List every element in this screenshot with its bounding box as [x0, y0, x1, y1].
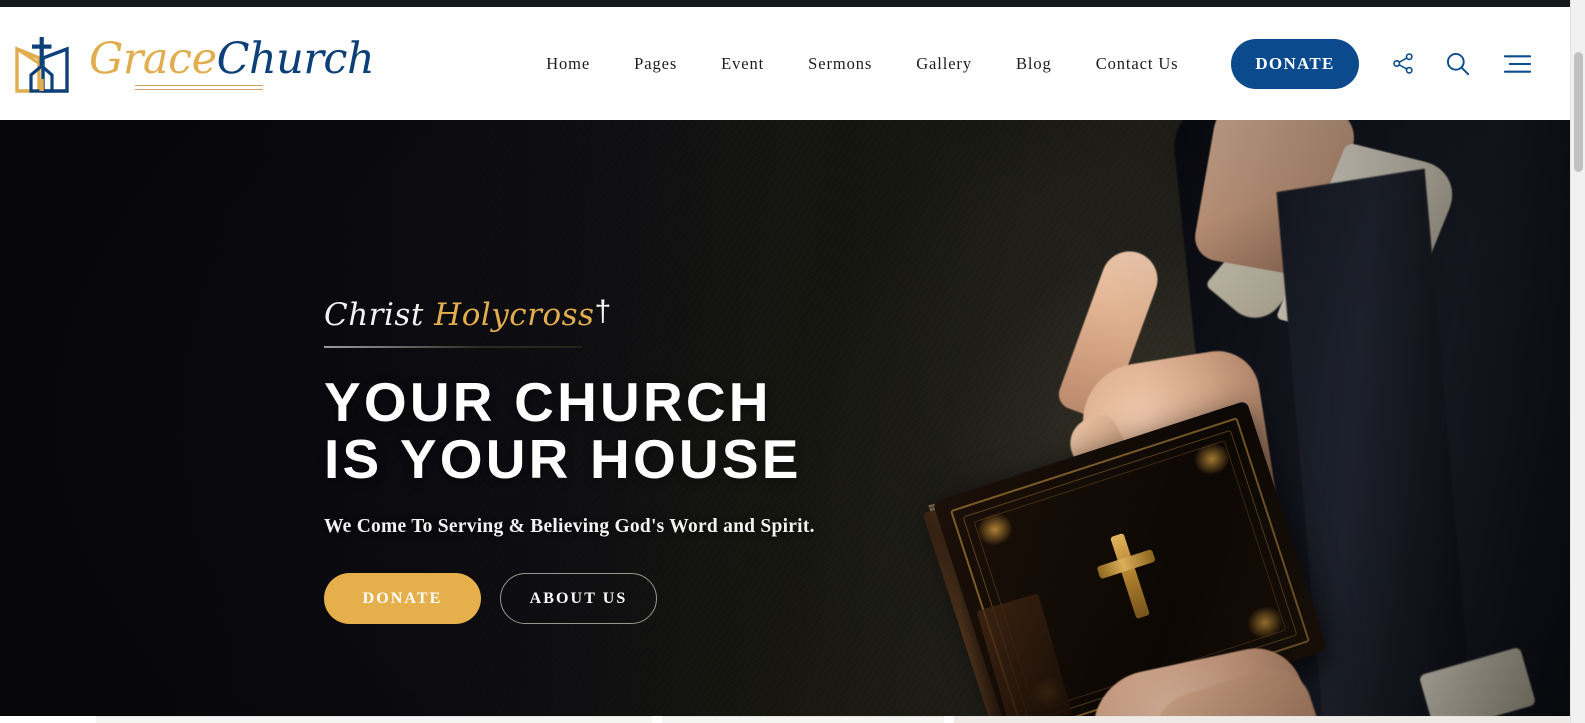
logo-word-grace: Grace — [89, 33, 217, 84]
nav-item-blog[interactable]: Blog — [994, 54, 1074, 74]
page-scrollbar[interactable] — [1570, 0, 1585, 723]
cross-symbol-icon: † — [594, 295, 612, 328]
nav-item-pages[interactable]: Pages — [612, 54, 699, 74]
nav-item-contact-us[interactable]: Contact Us — [1074, 54, 1201, 74]
site-logo[interactable]: GraceChurch — [13, 7, 375, 120]
hero-section: Christ Holycross† YOUR CHURCH IS YOUR HO… — [0, 120, 1570, 716]
hero-content: Christ Holycross† YOUR CHURCH IS YOUR HO… — [324, 295, 815, 625]
hamburger-menu-icon[interactable] — [1497, 44, 1537, 84]
browser-top-edge — [0, 0, 1570, 7]
next-section-card — [954, 716, 1570, 723]
next-section-card — [96, 716, 652, 723]
hero-subtitle: We Come To Serving & Believing God's Wor… — [324, 516, 815, 538]
next-section-peek — [0, 716, 1570, 723]
hero-donate-button[interactable]: DONATE — [324, 573, 481, 625]
search-icon[interactable] — [1437, 44, 1477, 84]
hero-eyebrow-underline — [324, 346, 582, 349]
nav-item-gallery[interactable]: Gallery — [894, 54, 994, 74]
page-root: GraceChurch Home Pages Event Sermons Gal… — [0, 0, 1585, 723]
church-book-cross-icon — [15, 36, 69, 93]
hero-eyebrow: Christ Holycross† — [324, 295, 611, 349]
hero-eyebrow-christ: Christ — [324, 297, 424, 333]
next-section-card — [662, 716, 944, 723]
hero-eyebrow-holycross: Holycross — [434, 297, 595, 333]
nav-item-home[interactable]: Home — [524, 54, 612, 74]
main-navigation: Home Pages Event Sermons Gallery Blog Co… — [524, 54, 1200, 74]
logo-underline-1 — [135, 84, 263, 86]
logo-underline-2 — [135, 88, 263, 90]
hero-about-us-button[interactable]: ABOUT US — [500, 573, 657, 625]
site-header: GraceChurch Home Pages Event Sermons Gal… — [0, 7, 1570, 120]
nav-item-event[interactable]: Event — [699, 54, 786, 74]
hero-title: YOUR CHURCH IS YOUR HOUSE — [324, 371, 815, 491]
hero-title-line-2: IS YOUR HOUSE — [324, 428, 802, 491]
scrollbar-thumb[interactable] — [1574, 52, 1583, 172]
header-donate-button[interactable]: DONATE — [1231, 38, 1359, 89]
header-actions: DONATE — [1231, 38, 1537, 89]
logo-word-church: Church — [216, 33, 375, 84]
logo-wordmark: GraceChurch — [89, 37, 375, 90]
hero-title-line-1: YOUR CHURCH — [324, 371, 772, 434]
share-icon[interactable] — [1383, 44, 1423, 84]
nav-item-sermons[interactable]: Sermons — [786, 54, 894, 74]
hero-cta-group: DONATE ABOUT US — [324, 573, 815, 625]
